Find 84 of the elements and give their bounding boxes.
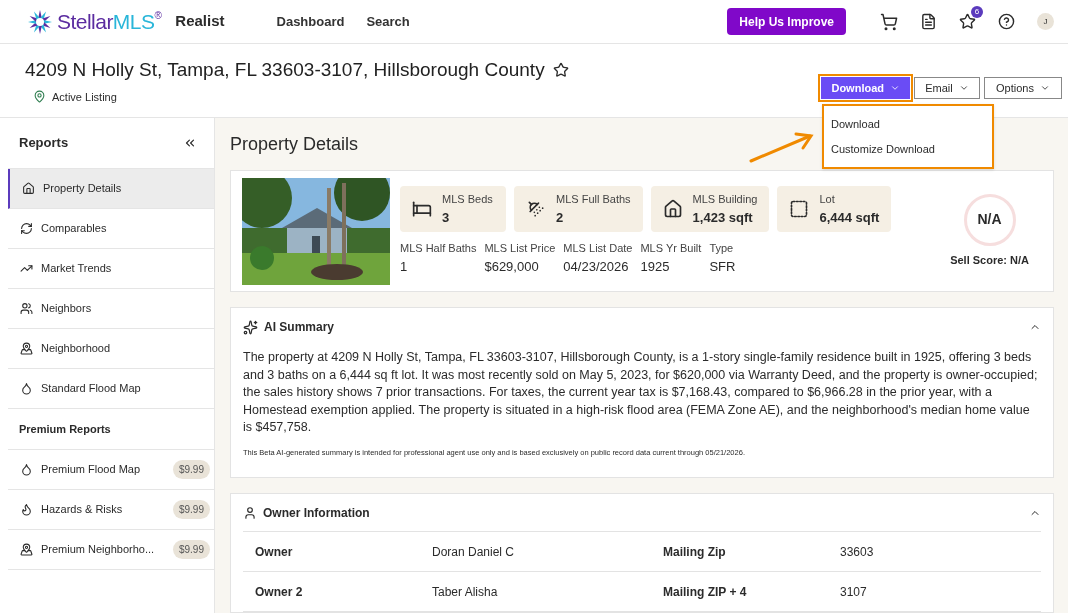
- sidebar-item[interactable]: Premium Flood Map: [20, 461, 141, 478]
- dashed-square-icon: [789, 199, 810, 220]
- action-button[interactable]: Download: [821, 77, 910, 99]
- help-icon[interactable]: [998, 13, 1015, 30]
- fact-value: 04/23/2026: [563, 257, 630, 276]
- nav-link[interactable]: Dashboard: [276, 11, 345, 32]
- stat-label: MLS Full Baths: [556, 192, 631, 208]
- table-cell-text: Doran Daniel C: [432, 543, 516, 561]
- pin-icon: [20, 543, 33, 556]
- caret-icon: [1039, 83, 1050, 93]
- sidebar-item[interactable]: Premium Neighborho...: [20, 541, 155, 558]
- fact-label: MLS Yr Built: [640, 241, 702, 257]
- table-cell-text: Mailing ZIP + 4: [663, 583, 748, 601]
- price-badge: $9.99: [172, 500, 210, 519]
- score-label: Sell Score: N/A: [950, 252, 1029, 268]
- price-badge: $9.99: [172, 460, 210, 479]
- pin-icon: [20, 342, 33, 355]
- droplet-icon: [20, 463, 33, 476]
- section-title: AI Summary: [264, 319, 335, 337]
- product-name: Realist: [175, 11, 225, 32]
- stat-label: Lot: [819, 192, 836, 208]
- house-icon: [662, 199, 683, 220]
- sidebar-item[interactable]: Neighbors: [8, 289, 214, 329]
- sidebar-title: Reports: [19, 134, 69, 153]
- stat-value: 6,444 sqft: [819, 208, 880, 227]
- stat-value: 1,423 sqft: [692, 208, 754, 227]
- logo-wordmark: StellarMLS®: [57, 11, 162, 32]
- fact-label: MLS List Price: [484, 241, 556, 257]
- listing-status: Active Listing: [52, 89, 117, 105]
- fact-label: Type: [709, 241, 735, 257]
- menu-item[interactable]: Download: [824, 112, 992, 137]
- favorite-star-icon[interactable]: [552, 62, 569, 79]
- action-button[interactable]: Email: [914, 77, 980, 99]
- section-title: Owner Information: [263, 504, 370, 522]
- table-cell-text: 33603: [840, 543, 874, 561]
- arrow-annotation: [748, 130, 816, 164]
- cart-icon[interactable]: [880, 12, 898, 31]
- stat-value: 3: [442, 208, 451, 227]
- fact-label: MLS List Date: [563, 241, 633, 257]
- summary-text: The property at 4209 N Holly St, Tampa, FL 33603-3107, Hillsborough County, is a 1-story single-family residence built in 1925, offering 3 beds and 3 baths on a 6,444 sq ft lot. It was most recently sold on May 5, 2023, for $620,000 via Warranty Deed, and the property is owner-occupied; the sales history shows 7 prior transactions. For taxes, the current year tax is $7,168.43, compared to $6,966.28 in the prior year, with a Homestead exemption applied. The property is situated in a high-risk flood area (FEMA Zone AE), and the neighborhood's median home value is $457,758.: [243, 349, 1039, 437]
- house-icon: [22, 182, 35, 195]
- table-cell-text: Taber Alisha: [432, 583, 499, 601]
- star-icon[interactable]: [959, 13, 976, 30]
- stat-label: MLS Building: [692, 192, 758, 208]
- stat-label: MLS Beds: [442, 192, 493, 208]
- collapse-icon[interactable]: [183, 136, 197, 150]
- menu-item[interactable]: Customize Download: [824, 136, 992, 161]
- avatar[interactable]: J: [1037, 13, 1054, 30]
- nav-link[interactable]: Search: [366, 11, 410, 32]
- sidebar-item[interactable]: Market Trends: [8, 249, 214, 289]
- property-address: 4209 N Holly St, Tampa, FL 33603-3107, Hillsborough County: [25, 58, 545, 82]
- flame-icon: [20, 503, 33, 516]
- arrows-icon: [20, 222, 33, 235]
- price-badge: $9.99: [172, 540, 210, 559]
- person-icon: [243, 505, 257, 520]
- table-cell-text: Owner: [255, 543, 294, 561]
- fact-value: 1: [400, 257, 409, 276]
- table-cell-text: Mailing Zip: [663, 543, 727, 561]
- feedback-button[interactable]: Help Us Improve: [727, 8, 846, 35]
- count-badge: 6: [971, 6, 983, 18]
- section-heading: Premium Reports: [19, 421, 111, 437]
- stat-value: 2: [556, 208, 565, 227]
- fact-value: $629,000: [484, 257, 540, 276]
- action-button[interactable]: Options: [984, 77, 1062, 99]
- trend-line-icon: [20, 262, 33, 275]
- sidebar-item[interactable]: Neighborhood: [8, 329, 214, 369]
- table-cell-text: Owner 2: [255, 583, 304, 601]
- fact-value: SFR: [709, 257, 736, 276]
- caret-icon: [958, 83, 969, 93]
- droplet-icon: [20, 382, 33, 395]
- sparkle-icon: [243, 319, 258, 335]
- sidebar-item[interactable]: Hazards & Risks: [20, 501, 123, 518]
- fact-label: MLS Half Baths: [400, 241, 477, 257]
- page-title: Property Details: [230, 133, 359, 156]
- sidebar-item[interactable]: Standard Flood Map: [8, 369, 214, 409]
- sidebar-item[interactable]: Comparables: [8, 209, 214, 249]
- sidebar-item[interactable]: Property Details: [8, 169, 214, 209]
- fact-value: 1925: [640, 257, 671, 276]
- people-icon: [20, 302, 33, 315]
- table-cell-text: 3107: [840, 583, 867, 601]
- score-ring: N/A: [963, 193, 1016, 246]
- pin-icon: [33, 90, 46, 104]
- caret-icon: [890, 83, 900, 93]
- document-icon[interactable]: [920, 13, 937, 30]
